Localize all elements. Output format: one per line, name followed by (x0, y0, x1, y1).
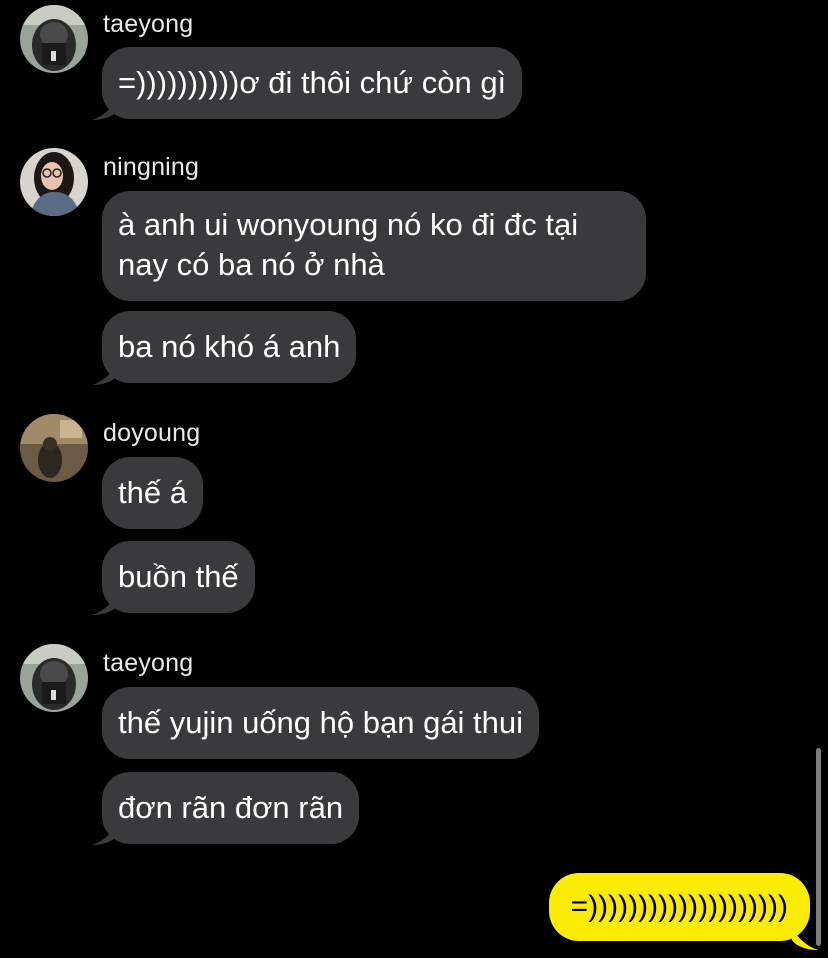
message-text: ba nó khó á anh (118, 329, 341, 364)
outgoing-message-bubble[interactable]: =)))))))))))))))))))) (548, 873, 810, 941)
sender-name: ningning (103, 153, 200, 181)
ningning-avatar-icon[interactable] (20, 148, 88, 216)
message-text: thế á (118, 475, 187, 510)
message-text: buồn thế (118, 559, 239, 594)
message-text: =)))))))))))))))))))) (570, 890, 788, 923)
message-bubble[interactable]: đơn rãn đơn rãn (102, 772, 360, 844)
sender-name: taeyong (103, 10, 194, 38)
sender-name: taeyong (103, 649, 194, 677)
message-bubble[interactable]: =))))))))))ơ đi thôi chứ còn gì (102, 47, 523, 119)
message-bubble[interactable]: thế á (102, 457, 203, 529)
doyoung-avatar-icon[interactable] (20, 414, 88, 482)
bubble-tail (92, 98, 118, 120)
message-text: à anh ui wonyoung nó ko đi đc tại nay có… (118, 207, 579, 282)
taeyong-avatar-icon[interactable] (20, 5, 88, 73)
scrollbar[interactable] (816, 748, 821, 946)
taeyong-avatar-icon[interactable] (20, 644, 88, 712)
message-bubble[interactable]: thế yujin uống hộ bạn gái thui (102, 687, 540, 759)
chat-thread[interactable]: taeyong =))))))))))ơ đi thôi chứ còn gì … (0, 0, 828, 958)
message-bubble[interactable]: ba nó khó á anh (102, 311, 357, 383)
message-text: đơn rãn đơn rãn (118, 790, 344, 825)
message-bubble[interactable]: buồn thế (102, 541, 255, 613)
bubble-tail (92, 823, 118, 845)
message-bubble[interactable]: à anh ui wonyoung nó ko đi đc tại nay có… (102, 191, 646, 301)
message-text: =))))))))))ơ đi thôi chứ còn gì (118, 65, 507, 100)
message-text: thế yujin uống hộ bạn gái thui (118, 705, 524, 740)
sender-name: doyoung (103, 419, 201, 447)
bubble-tail (92, 593, 118, 615)
outgoing-bubble-tail (792, 928, 818, 950)
bubble-tail (92, 363, 118, 385)
